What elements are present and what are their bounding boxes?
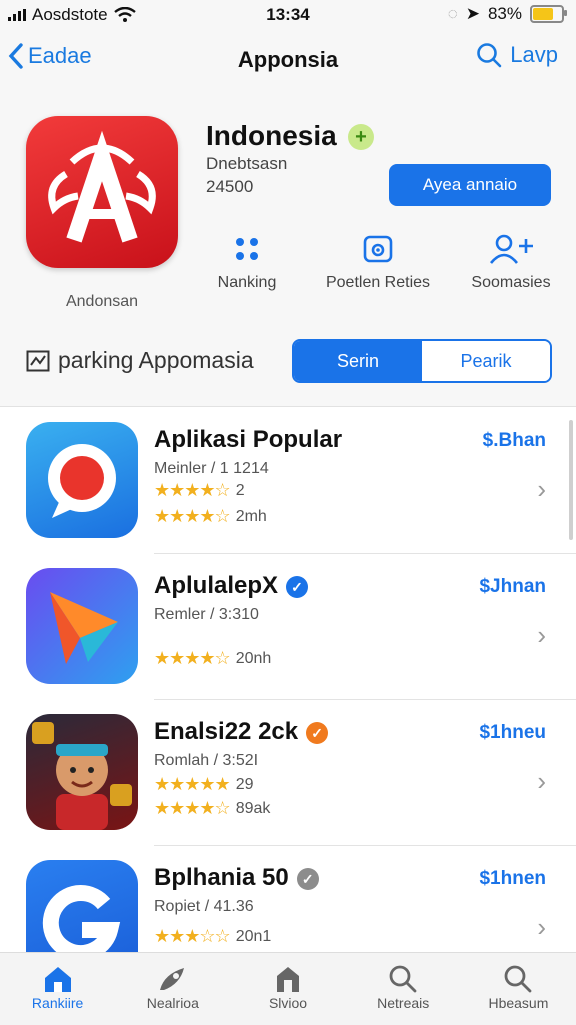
- stat-similar[interactable]: Soomasies: [436, 232, 576, 292]
- app-subtitle: Romlah / 3:52I: [154, 752, 259, 769]
- search-icon: [477, 43, 502, 68]
- rating-count: 2: [235, 481, 245, 499]
- section-label-text: parking Appomasia: [58, 347, 254, 373]
- app-header: Andonsan Indonesia + Dnebtsasn 24500 Aye…: [0, 92, 576, 407]
- badge-icon: ✓: [306, 721, 329, 744]
- get-button[interactable]: Ayea annaio: [389, 164, 551, 206]
- chat-app-icon: [26, 422, 138, 538]
- stat-ranking[interactable]: Nanking: [172, 232, 322, 292]
- person-add-icon: [489, 234, 533, 264]
- battery-percent: 83%: [487, 4, 522, 23]
- nav-search-label: Lavp: [510, 42, 558, 67]
- app-icon-caption: Andonsan: [65, 293, 139, 310]
- price-button[interactable]: $1hneu: [479, 722, 546, 744]
- scrollbar[interactable]: [569, 420, 573, 540]
- rating-count: 89ak: [235, 799, 271, 817]
- video-app-icon: [26, 568, 138, 684]
- section-label: parking Appomasia: [26, 347, 254, 374]
- battery-icon: [530, 5, 567, 23]
- rotation-lock-icon: ◌: [447, 4, 458, 23]
- appstore-icon: [44, 967, 71, 992]
- tab-bar: Rankiire Nealrioa Slvioo Netreais Hbeasu…: [0, 952, 576, 1025]
- star-rating-icon: ★★★★☆: [154, 798, 231, 818]
- chevron-right-icon[interactable]: ›: [537, 912, 546, 943]
- search-icon: [389, 965, 417, 993]
- app-title: Indonesia: [206, 120, 337, 151]
- app-name: Aplikasi Popular: [154, 426, 343, 453]
- status-right: ◌ ➤ 83%: [447, 4, 567, 24]
- rating-row: ★★★★☆ 2: [154, 480, 245, 501]
- dots-icon: [236, 238, 258, 260]
- developer-name: Dnebtsasn: [206, 154, 288, 173]
- app-name: AplulalepX ✓: [154, 572, 309, 600]
- tab-games[interactable]: Slvioo: [230, 953, 345, 1025]
- stat-label: Poetlen Reties: [325, 274, 431, 291]
- star-rating-icon: ★★★★☆: [154, 648, 231, 668]
- app-name-text: AplulalepX: [154, 572, 279, 599]
- stat-label: Nanking: [217, 274, 277, 291]
- rating-row: ★★★★☆ 20nh: [154, 648, 271, 669]
- rating-count: 20nh: [235, 649, 272, 667]
- app-name-text: Bplhania 50: [154, 864, 289, 891]
- rocket-icon: [159, 968, 184, 990]
- verified-icon: ✓: [286, 575, 309, 598]
- rating-count: 20n1: [235, 927, 272, 945]
- star-rating-icon: ★★★★☆: [154, 506, 231, 526]
- star-rating-icon: ★★★★★: [154, 774, 231, 794]
- price-button[interactable]: $1hnen: [479, 868, 546, 890]
- rating-row: ★★★★☆ 2mh: [154, 506, 267, 527]
- app-icon[interactable]: [26, 116, 178, 268]
- search-icon: [505, 965, 532, 993]
- segment-second[interactable]: Pearik: [422, 341, 550, 381]
- rating-count: 2mh: [235, 507, 267, 525]
- chevron-right-icon[interactable]: ›: [537, 766, 546, 797]
- tab-label: Hbeasum: [488, 995, 549, 1011]
- rating-count: 29: [235, 775, 254, 793]
- chevron-right-icon[interactable]: ›: [537, 474, 546, 505]
- tab-search[interactable]: Netreais: [346, 953, 461, 1025]
- star-rating-icon: ★★★☆☆: [154, 926, 231, 946]
- app-subtitle: Ropiet / 41.36: [154, 898, 254, 915]
- rating-row: ★★★★★ 29: [154, 774, 253, 795]
- app-name-text: Enalsi22 2ck: [154, 718, 299, 745]
- list-item[interactable]: Enalsi22 2ck ✓ Romlah / 3:52I ★★★★★ 29 ★★★…: [0, 700, 576, 846]
- app-logo-icon: [48, 130, 156, 243]
- game-character-icon: [26, 714, 138, 830]
- stat-label: Soomasies: [471, 274, 551, 291]
- plus-badge-icon[interactable]: +: [348, 124, 374, 150]
- list-item[interactable]: Aplikasi Popular Meinler / 1 1214 ★★★★☆ 2…: [0, 408, 576, 554]
- app-subtitle: Meinler / 1 1214: [154, 460, 269, 477]
- app-name: Enalsi22 2ck ✓: [154, 718, 329, 746]
- tab-rankings[interactable]: Rankiire: [0, 953, 115, 1025]
- price-button[interactable]: $.Bhan: [483, 430, 546, 452]
- tab-label: Rankiire: [31, 995, 84, 1011]
- tab-new[interactable]: Nealrioa: [115, 953, 230, 1025]
- location-icon: ➤: [465, 4, 480, 23]
- nav-search-button[interactable]: Lavp: [476, 42, 558, 68]
- list-item[interactable]: AplulalepX ✓ Remler / 3:310 ★★★★☆ 20nh $Jh…: [0, 554, 576, 700]
- status-bar: Aosdstote 13:34 ◌ ➤ 83%: [0, 0, 576, 30]
- app-subtitle: Remler / 3:310: [154, 606, 259, 623]
- tab-search-alt[interactable]: Hbeasum: [461, 953, 576, 1025]
- price-button[interactable]: $Jhnan: [479, 576, 546, 598]
- rating-row: ★★★☆☆ 20n1: [154, 926, 271, 947]
- tab-label: Nealrioa: [146, 995, 199, 1011]
- app-name: Bplhania 50 ✓: [154, 864, 319, 892]
- download-count: 24500: [206, 177, 254, 196]
- game-icon: [277, 967, 299, 992]
- camera-icon: [363, 235, 393, 263]
- rating-row: ★★★★☆ 89ak: [154, 798, 270, 819]
- verified-icon: ✓: [296, 867, 319, 890]
- star-rating-icon: ★★★★☆: [154, 480, 231, 500]
- segmented-control: Serin Pearik: [292, 339, 552, 383]
- chart-icon: [26, 350, 50, 371]
- nav-bar: Eadae Apponsia Lavp: [0, 30, 576, 92]
- stat-reviews[interactable]: Poetlen Reties: [303, 232, 453, 292]
- segment-first[interactable]: Serin: [294, 341, 422, 381]
- chevron-right-icon[interactable]: ›: [537, 620, 546, 651]
- tab-label: Slvioo: [268, 995, 308, 1011]
- tab-label: Netreais: [377, 995, 430, 1011]
